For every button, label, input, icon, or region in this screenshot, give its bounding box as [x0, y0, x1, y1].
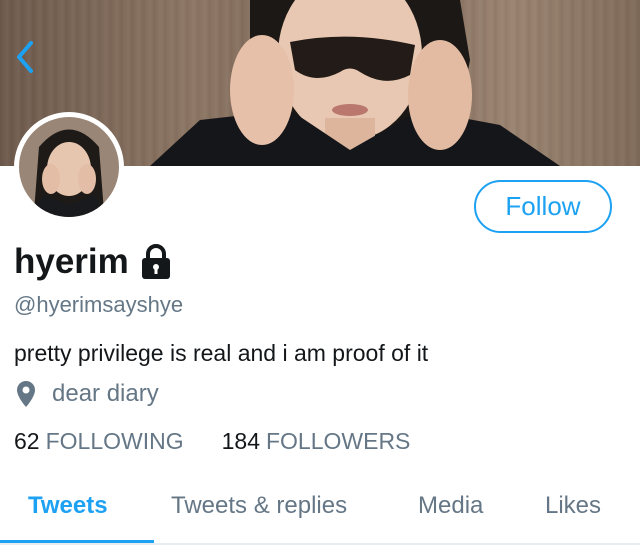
followers-stat[interactable]: 184 FOLLOWERS	[222, 428, 411, 455]
following-stat[interactable]: 62 FOLLOWING	[14, 428, 184, 455]
following-count: 62	[14, 428, 40, 454]
name-row: hyerim	[14, 242, 173, 282]
avatar-photo	[19, 117, 119, 217]
followers-count: 184	[221, 428, 260, 454]
profile-location: dear diary	[16, 380, 159, 408]
follow-button[interactable]: Follow	[474, 180, 612, 233]
tab-tweets-and-replies[interactable]: Tweets & replies	[171, 492, 347, 520]
chevron-left-icon	[17, 41, 33, 73]
tab-tweets[interactable]: Tweets	[28, 492, 108, 520]
tab-media[interactable]: Media	[418, 492, 483, 520]
location-pin-icon	[17, 381, 35, 407]
display-name: hyerim	[14, 242, 129, 281]
profile-tabs: Tweets Tweets & replies Media Likes	[0, 476, 640, 545]
profile-stats: 62 FOLLOWING 184 FOLLOWERS	[14, 428, 410, 455]
profile-avatar[interactable]	[14, 112, 124, 222]
tab-likes[interactable]: Likes	[545, 492, 601, 520]
following-label: FOLLOWING	[45, 428, 184, 454]
back-button[interactable]	[8, 36, 42, 78]
followers-label: FOLLOWERS	[265, 428, 411, 454]
profile-bio: pretty privilege is real and i am proof …	[14, 340, 429, 366]
location-text: dear diary	[52, 380, 159, 407]
lock-icon	[141, 244, 170, 279]
profile-handle: @hyerimsayshye	[14, 292, 184, 317]
